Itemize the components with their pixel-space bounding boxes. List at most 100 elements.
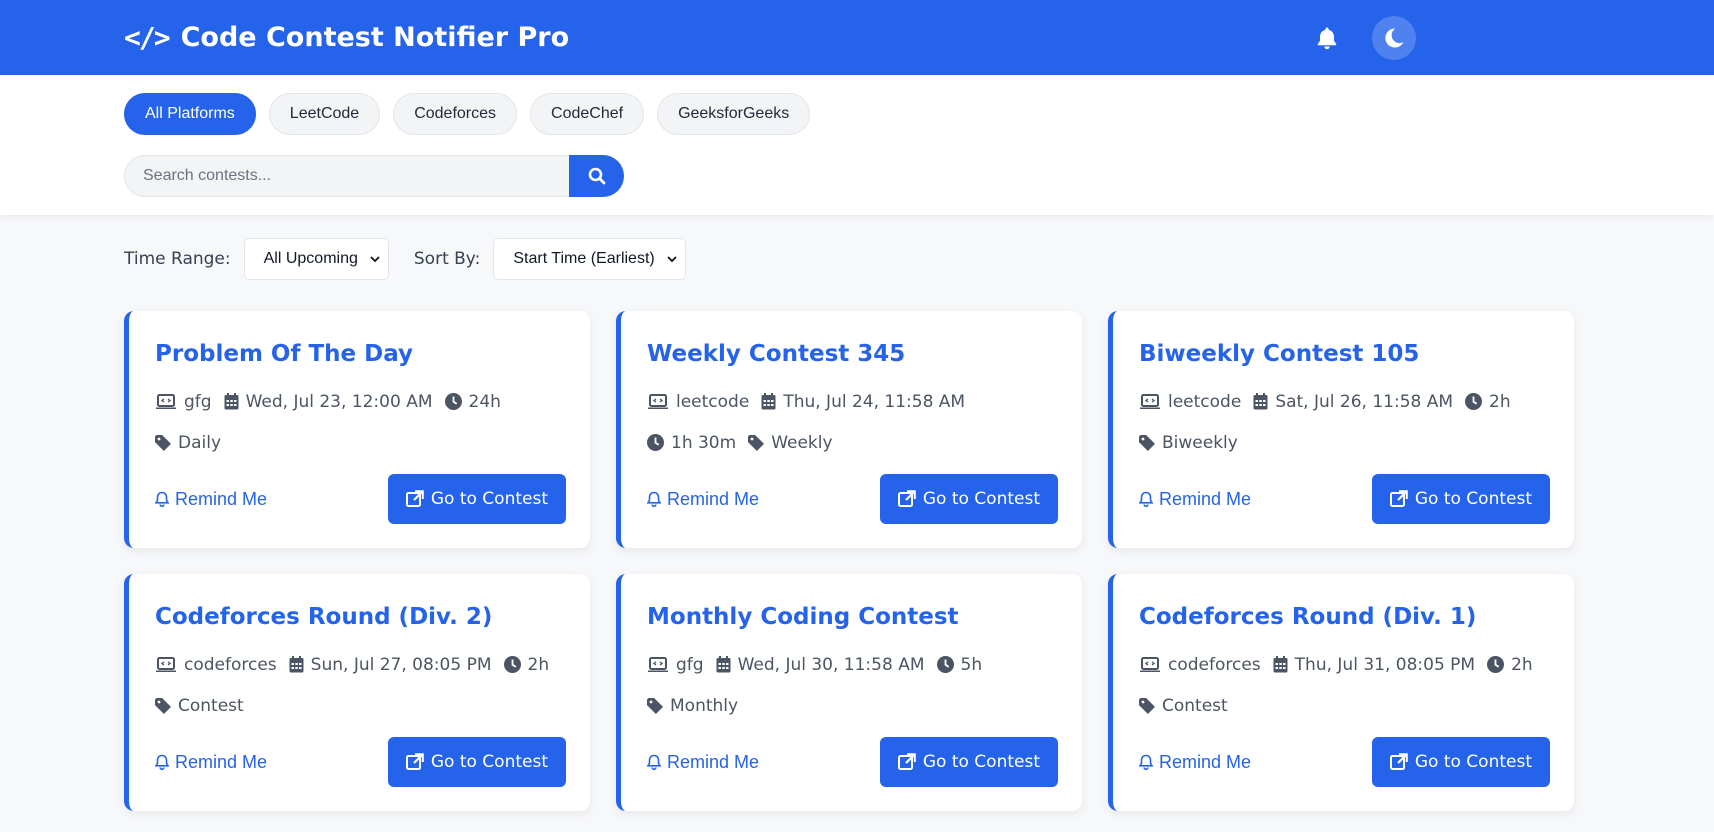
contest-title[interactable]: Weekly Contest 345: [647, 341, 1058, 367]
go-to-contest-label: Go to Contest: [922, 489, 1040, 509]
contest-tag: Daily: [178, 432, 222, 453]
platform-chip-codechef[interactable]: CodeChef: [530, 93, 645, 135]
clock-icon: [936, 656, 954, 673]
contest-duration: 2h: [1489, 391, 1511, 412]
remind-me-label: Remind Me: [1159, 488, 1252, 509]
contest-title[interactable]: Problem Of The Day: [155, 341, 566, 367]
contest-card: Problem Of The Day gfg Wed, Jul 23, 12:0…: [124, 311, 590, 548]
top-bar: </> Code Contest Notifier Pro: [0, 0, 1714, 75]
code-icon: </>: [124, 21, 171, 54]
contest-title[interactable]: Biweekly Contest 105: [1139, 341, 1550, 367]
remind-me-label: Remind Me: [175, 488, 268, 509]
contest-platform: leetcode: [676, 391, 750, 412]
external-link-icon: [897, 490, 916, 508]
time-range-label: Time Range:: [124, 249, 231, 269]
card-actions: Remind Me Go to Contest: [1139, 474, 1550, 524]
platform-filters: All Platforms LeetCode Codeforces CodeCh…: [124, 93, 1590, 135]
remind-me-button[interactable]: Remind Me: [1139, 489, 1251, 510]
contest-meta: leetcode Thu, Jul 24, 11:58 AM 1h 30m We…: [647, 389, 1058, 455]
contest-title[interactable]: Codeforces Round (Div. 2): [155, 604, 566, 630]
app-title: Code Contest Notifier Pro: [180, 22, 570, 53]
moon-icon: [1385, 27, 1404, 47]
filter-bar: All Platforms LeetCode Codeforces CodeCh…: [0, 75, 1714, 215]
brand[interactable]: </> Code Contest Notifier Pro: [124, 21, 569, 54]
remind-me-label: Remind Me: [175, 751, 268, 772]
contest-duration: 2h: [527, 654, 550, 675]
contest-card: Codeforces Round (Div. 1) codeforces Thu…: [1108, 574, 1574, 811]
contest-card: Biweekly Contest 105 leetcode Sat, Jul 2…: [1108, 311, 1574, 548]
tag-icon: [748, 434, 765, 451]
remind-me-label: Remind Me: [667, 488, 760, 509]
remind-me-button[interactable]: Remind Me: [1139, 752, 1251, 773]
remind-me-button[interactable]: Remind Me: [155, 752, 267, 773]
card-actions: Remind Me Go to Contest: [647, 474, 1058, 524]
remind-me-label: Remind Me: [667, 751, 760, 772]
contest-card: Monthly Coding Contest gfg Wed, Jul 30, …: [616, 574, 1082, 811]
external-link-icon: [405, 490, 424, 508]
platform-chip-codeforces[interactable]: Codeforces: [393, 93, 518, 135]
contest-tag: Monthly: [670, 695, 739, 716]
contest-card: Weekly Contest 345 leetcode Thu, Jul 24,…: [616, 311, 1082, 548]
card-actions: Remind Me Go to Contest: [647, 737, 1058, 787]
laptop-code-icon: [647, 393, 669, 410]
contest-meta: leetcode Sat, Jul 26, 11:58 AM 2h Biweek…: [1139, 389, 1550, 455]
contest-meta: gfg Wed, Jul 23, 12:00 AM 24h Daily: [155, 389, 566, 455]
search-input[interactable]: [124, 155, 569, 197]
contest-title[interactable]: Monthly Coding Contest: [647, 604, 1058, 630]
contest-duration: 5h: [960, 654, 983, 675]
remind-me-button[interactable]: Remind Me: [647, 752, 759, 773]
clock-icon: [1487, 656, 1505, 673]
clock-icon: [503, 656, 521, 673]
contest-tag: Contest: [178, 695, 244, 716]
laptop-code-icon: [647, 656, 669, 673]
chevron-down-icon: [667, 255, 677, 262]
contest-platform: gfg: [676, 654, 704, 675]
calendar-icon: [761, 393, 776, 410]
card-actions: Remind Me Go to Contest: [155, 474, 566, 524]
contest-tag: Contest: [1162, 695, 1228, 716]
sort-value: Start Time (Earliest): [513, 250, 655, 267]
top-actions: [1312, 15, 1416, 60]
bell-icon: [1317, 27, 1337, 49]
go-to-contest-button[interactable]: Go to Contest: [879, 737, 1058, 787]
list-controls: Time Range: All Upcoming Sort By: Start …: [0, 215, 1714, 280]
theme-toggle-button[interactable]: [1372, 15, 1416, 60]
external-link-icon: [1389, 753, 1408, 771]
notifications-button[interactable]: [1312, 23, 1342, 53]
contest-platform: gfg: [184, 391, 212, 412]
calendar-icon: [716, 656, 731, 673]
remind-me-button[interactable]: Remind Me: [647, 489, 759, 510]
chevron-down-icon: [370, 255, 380, 262]
calendar-icon: [289, 656, 304, 673]
platform-chip-all[interactable]: All Platforms: [124, 93, 256, 135]
contest-date: Thu, Jul 31, 08:05 PM: [1294, 654, 1476, 675]
contest-date: Wed, Jul 30, 11:58 AM: [737, 654, 925, 675]
go-to-contest-label: Go to Contest: [430, 752, 548, 772]
laptop-code-icon: [155, 393, 177, 410]
go-to-contest-button[interactable]: Go to Contest: [387, 737, 566, 787]
laptop-code-icon: [155, 656, 177, 673]
calendar-icon: [1273, 656, 1288, 673]
sort-select[interactable]: Start Time (Earliest): [493, 238, 686, 280]
calendar-icon: [224, 393, 239, 410]
go-to-contest-button[interactable]: Go to Contest: [387, 474, 566, 524]
platform-chip-geeksforgeeks[interactable]: GeeksforGeeks: [657, 93, 811, 135]
remind-me-button[interactable]: Remind Me: [155, 489, 267, 510]
contest-platform: leetcode: [1168, 391, 1242, 412]
platform-chip-leetcode[interactable]: LeetCode: [268, 93, 381, 135]
laptop-code-icon: [1139, 393, 1161, 410]
contest-card: Codeforces Round (Div. 2) codeforces Sun…: [124, 574, 590, 811]
contest-meta: codeforces Sun, Jul 27, 08:05 PM 2h Cont…: [155, 652, 566, 718]
contest-duration: 2h: [1511, 654, 1533, 675]
clock-icon: [444, 393, 462, 410]
go-to-contest-button[interactable]: Go to Contest: [879, 474, 1058, 524]
go-to-contest-button[interactable]: Go to Contest: [1371, 737, 1550, 787]
go-to-contest-button[interactable]: Go to Contest: [1371, 474, 1550, 524]
go-to-contest-label: Go to Contest: [1414, 752, 1532, 772]
time-range-select[interactable]: All Upcoming: [243, 238, 389, 280]
contest-date: Sat, Jul 26, 11:58 AM: [1275, 391, 1454, 412]
external-link-icon: [405, 753, 424, 771]
search-button[interactable]: [569, 155, 624, 197]
contest-date: Sun, Jul 27, 08:05 PM: [310, 654, 492, 675]
contest-title[interactable]: Codeforces Round (Div. 1): [1139, 604, 1550, 630]
